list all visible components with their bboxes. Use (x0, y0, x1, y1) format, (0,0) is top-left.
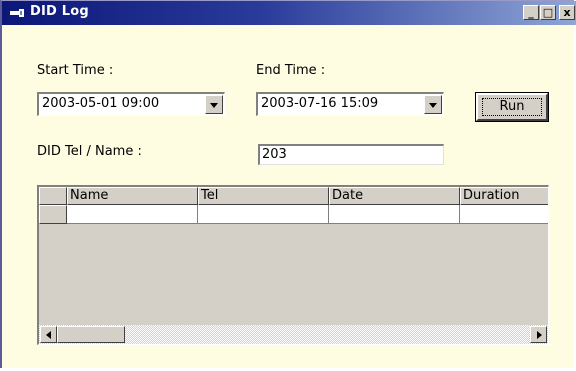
horizontal-scrollbar[interactable] (39, 325, 548, 344)
window-title: DID Log (30, 4, 89, 19)
chevron-down-icon (210, 103, 218, 108)
start-time-label: Start Time : (37, 63, 114, 78)
end-time-value: 2003-07-16 15:09 (261, 96, 379, 111)
table-cell[interactable] (329, 205, 460, 224)
column-header-tel[interactable]: Tel (198, 187, 329, 205)
table-cell[interactable] (460, 205, 548, 224)
maximize-icon: □ (542, 6, 554, 19)
column-header-name[interactable]: Name (67, 187, 198, 205)
did-tel-name-label: DID Tel / Name : (37, 144, 142, 159)
run-button[interactable]: Run (475, 92, 549, 122)
close-button[interactable]: x (559, 5, 575, 20)
end-time-select[interactable]: 2003-07-16 15:09 (256, 92, 444, 116)
start-time-select[interactable]: 2003-05-01 09:00 (37, 92, 225, 116)
scroll-right-icon (537, 331, 542, 339)
table-cell[interactable] (67, 205, 198, 224)
chevron-down-icon (429, 103, 437, 108)
table-cell[interactable] (198, 205, 329, 224)
scroll-right-button[interactable] (530, 326, 547, 343)
scroll-left-icon (46, 331, 51, 339)
end-time-dropdown-button[interactable] (424, 95, 442, 114)
row-selector[interactable] (39, 205, 67, 224)
column-header-date[interactable]: Date (329, 187, 460, 205)
app-icon (10, 9, 24, 17)
title-bar[interactable]: DID Log _ □ x (2, 1, 576, 25)
end-time-label: End Time : (256, 63, 326, 78)
call-log-grid[interactable]: Name Tel Date Duration (37, 185, 549, 345)
column-header-duration[interactable]: Duration (460, 187, 548, 205)
run-button-label: Run (482, 98, 542, 116)
grid-corner-header (39, 187, 67, 205)
close-icon: x (563, 6, 571, 19)
start-time-value: 2003-05-01 09:00 (42, 96, 160, 111)
minimize-icon: _ (528, 6, 534, 19)
scrollbar-thumb[interactable] (57, 326, 125, 343)
maximize-button[interactable]: □ (540, 5, 556, 20)
start-time-dropdown-button[interactable] (205, 95, 223, 114)
scroll-left-button[interactable] (40, 326, 57, 343)
did-tel-name-input[interactable]: 203 (258, 144, 444, 165)
minimize-button[interactable]: _ (523, 5, 539, 20)
did-log-window: DID Log _ □ x Start Time : End Time : 20… (0, 0, 576, 368)
